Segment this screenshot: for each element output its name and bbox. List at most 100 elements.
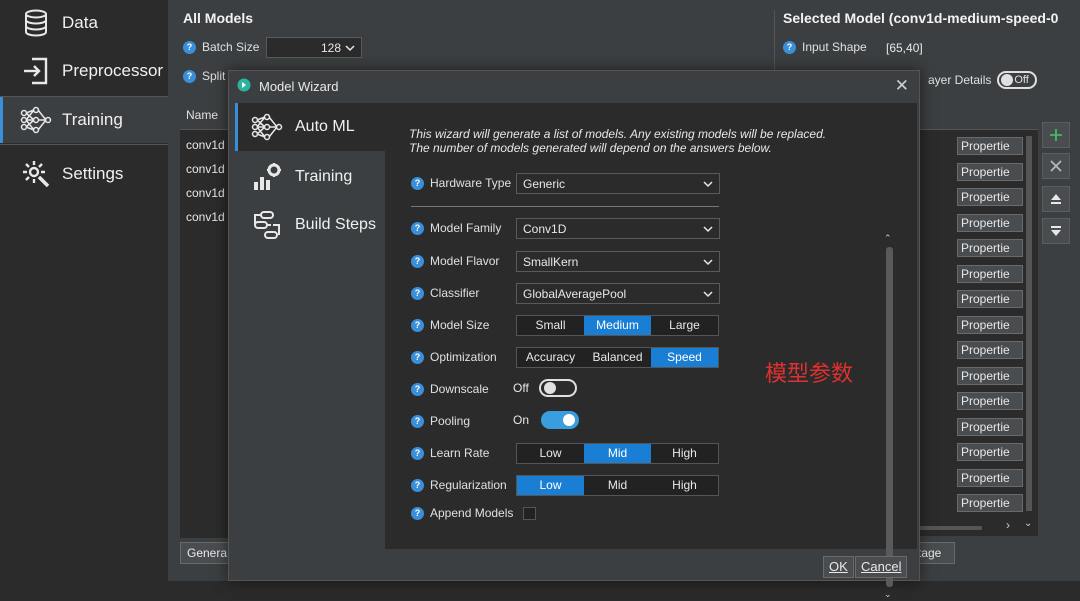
properties-button[interactable]: Propertie — [957, 290, 1023, 308]
properties-button[interactable]: Propertie — [957, 494, 1023, 512]
properties-button[interactable]: Propertie — [957, 468, 1023, 487]
help-icon[interactable]: ? — [411, 478, 424, 492]
downscale-toggle[interactable] — [538, 379, 577, 397]
model-size-segmented: Small Medium Large — [516, 315, 719, 336]
layer-details-label: ayer Details Off — [928, 71, 1038, 89]
help-icon[interactable]: ? — [411, 176, 424, 190]
nav-item-data[interactable]: Data — [0, 2, 168, 44]
help-icon[interactable]: ? — [411, 221, 424, 235]
ok-button[interactable]: OK — [823, 556, 854, 578]
scrollbar-thumb[interactable] — [886, 247, 893, 587]
section-divider — [411, 206, 719, 207]
help-icon[interactable]: ? — [411, 350, 424, 364]
scroll-down-icon[interactable]: ⌄ — [1024, 518, 1032, 529]
scroll-right-icon[interactable]: › — [1006, 518, 1010, 532]
help-icon[interactable]: ? — [411, 446, 424, 460]
help-icon[interactable]: ? — [183, 40, 196, 54]
properties-button[interactable]: Propertie — [957, 162, 1023, 181]
pooling-control: On — [513, 411, 580, 429]
help-icon[interactable]: ? — [411, 382, 424, 396]
table-row[interactable]: conv1d — [186, 210, 225, 224]
properties-button[interactable]: Propertie — [957, 341, 1023, 359]
move-down-button[interactable] — [1042, 218, 1070, 244]
learn-rate-low-option[interactable]: Low — [517, 444, 584, 463]
nav-item-training[interactable]: Training — [0, 97, 168, 143]
regularization-label: ? Regularization — [411, 478, 507, 492]
move-down-icon — [1051, 226, 1061, 236]
plus-icon — [1050, 129, 1062, 141]
properties-button[interactable]: Propertie — [957, 417, 1023, 436]
help-icon[interactable]: ? — [411, 254, 424, 268]
optimization-accuracy-option[interactable]: Accuracy — [517, 348, 584, 367]
training-chart-icon — [249, 161, 285, 193]
nav-item-settings[interactable]: Settings — [0, 150, 168, 198]
wizard-scrollbar[interactable]: ⌃ ⌄ — [883, 233, 897, 601]
regularization-high-option[interactable]: High — [651, 476, 718, 495]
properties-button[interactable]: Propertie — [957, 188, 1023, 206]
nav-item-preprocessor[interactable]: Preprocessor — [0, 48, 168, 94]
move-up-button[interactable] — [1042, 186, 1070, 212]
properties-button[interactable]: Propertie — [957, 392, 1023, 410]
optimization-balanced-option[interactable]: Balanced — [584, 348, 651, 367]
model-size-medium-option[interactable]: Medium — [584, 316, 651, 335]
batch-size-select[interactable]: 128 — [266, 37, 362, 58]
layers-scrollbar[interactable] — [1026, 136, 1032, 511]
learn-rate-high-option[interactable]: High — [651, 444, 718, 463]
help-icon[interactable]: ? — [411, 414, 424, 428]
neural-network-icon — [20, 104, 52, 136]
table-row[interactable]: conv1d — [186, 162, 225, 176]
scroll-down-icon[interactable]: ⌄ — [884, 589, 892, 600]
generate-button[interactable]: Genera — [180, 542, 230, 564]
properties-button[interactable]: Propertie — [957, 137, 1023, 155]
regularization-mid-option[interactable]: Mid — [584, 476, 651, 495]
learn-rate-mid-option[interactable]: Mid — [584, 444, 651, 463]
toggle-knob — [1001, 74, 1014, 86]
layer-details-toggle[interactable]: Off — [997, 71, 1038, 89]
add-layer-button[interactable] — [1042, 122, 1070, 148]
cancel-button[interactable]: Cancel — [855, 556, 908, 578]
input-shape-value: [65,40] — [886, 41, 923, 55]
help-icon[interactable]: ? — [411, 506, 424, 520]
properties-button[interactable]: Propertie — [957, 239, 1023, 257]
model-size-small-option[interactable]: Small — [517, 316, 584, 335]
regularization-low-option[interactable]: Low — [517, 476, 584, 495]
help-icon[interactable]: ? — [411, 318, 424, 332]
learn-rate-label: ? Learn Rate — [411, 446, 489, 460]
table-header-name[interactable]: Name — [180, 98, 230, 130]
properties-button[interactable]: Propertie — [957, 443, 1023, 461]
help-icon[interactable]: ? — [183, 69, 196, 83]
hardware-type-select[interactable]: Generic — [516, 173, 720, 194]
model-family-select[interactable]: Conv1D — [516, 218, 720, 239]
scroll-up-icon[interactable]: ⌃ — [884, 233, 892, 244]
properties-button[interactable]: Propertie — [957, 315, 1023, 334]
chevron-down-icon — [703, 225, 713, 232]
table-row[interactable]: conv1d — [186, 186, 225, 200]
help-icon[interactable]: ? — [783, 40, 796, 54]
properties-button[interactable]: Propertie — [957, 366, 1023, 385]
dialog-titlebar[interactable]: Model Wizard ✕ — [229, 71, 919, 101]
append-models-checkbox[interactable] — [523, 506, 537, 520]
remove-layer-button[interactable] — [1042, 153, 1070, 179]
classifier-select[interactable]: GlobalAveragePool — [516, 283, 720, 304]
wizard-intro: This wizard will generate a list of mode… — [409, 127, 827, 155]
properties-button[interactable]: Propertie — [957, 264, 1023, 283]
tab-label: Build Steps — [295, 216, 376, 233]
downscale-label: ? Downscale — [411, 382, 489, 396]
model-flavor-label: ? Model Flavor — [411, 254, 499, 268]
model-flavor-select[interactable]: SmallKern — [516, 251, 720, 272]
chevron-down-icon — [703, 258, 713, 265]
close-icon[interactable]: ✕ — [895, 76, 909, 96]
layer-details-toggle-text: Off — [1014, 74, 1029, 86]
pooling-toggle[interactable] — [541, 411, 580, 429]
table-row[interactable]: conv1d — [186, 138, 225, 152]
tab-training[interactable]: Training — [235, 153, 385, 201]
app-logo-icon — [237, 78, 251, 95]
append-models-label: ? Append Models — [411, 506, 537, 520]
properties-button[interactable]: Propertie — [957, 213, 1023, 232]
help-icon[interactable]: ? — [411, 286, 424, 300]
tab-auto-ml[interactable]: Auto ML — [235, 103, 385, 151]
regularization-segmented: Low Mid High — [516, 475, 719, 496]
tab-build-steps[interactable]: Build Steps — [235, 201, 385, 249]
model-size-large-option[interactable]: Large — [651, 316, 718, 335]
optimization-speed-option[interactable]: Speed — [651, 348, 718, 367]
